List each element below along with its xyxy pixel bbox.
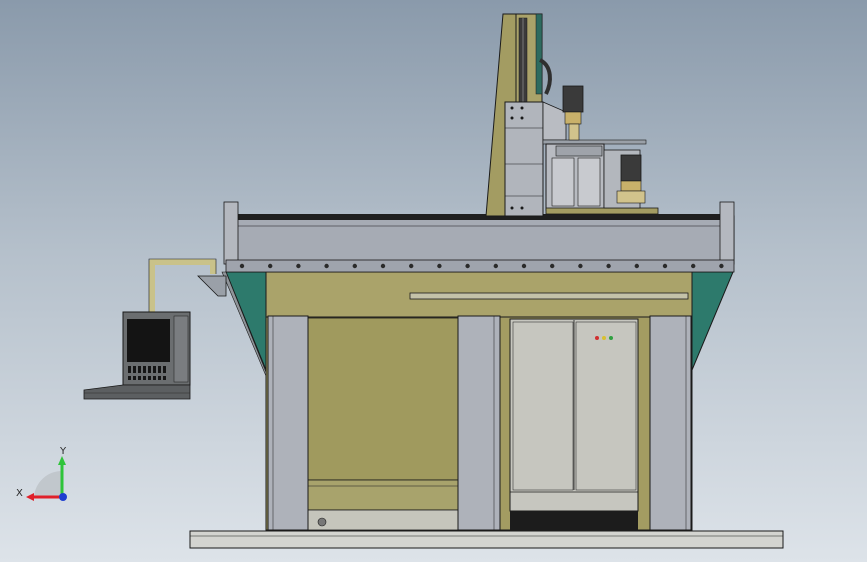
table-bolt [437,263,442,269]
table-edge-right [719,201,735,265]
khaki-panel-left [307,317,459,481]
cnc-machine-model: Y X [16,13,784,549]
arm-bracket [197,275,227,297]
table-bolt [352,263,357,269]
carriage-screw-5 [510,206,514,210]
table-bolt [691,263,696,269]
table-bolt [578,263,583,269]
motor-1-flange [564,111,582,125]
motor-2-flange [620,180,642,192]
housing-top-block [555,145,603,157]
leg-left [267,315,309,531]
table-bolt [719,263,724,269]
triad-plane [34,470,62,497]
leg-middle [457,315,501,531]
table-bolt [268,263,273,269]
monitor-key [128,376,131,380]
motor-2-body [620,154,642,182]
indicator-light-yellow [602,336,606,340]
monitor-key [138,366,141,373]
spindle-frame [542,139,647,145]
monitor-key [148,376,151,380]
monitor-key [163,366,166,373]
table-bolt [239,263,245,269]
cabinet-base [510,511,638,531]
housing-panel-left [551,157,575,207]
teal-cover-right [691,271,734,371]
x-axis-arrowhead [26,493,34,501]
y-axis-label: Y [59,446,67,457]
x-axis-label: X [16,488,23,499]
leg-right [649,315,692,531]
base-plate [189,530,784,549]
carriage-screw-4 [520,116,524,120]
monitor-key [153,366,156,373]
table-bolt [662,263,668,269]
spindle-bracket [542,101,567,141]
motor-2-coupler [616,190,646,204]
table-bolt [634,263,639,269]
carriage-screw-6 [520,206,524,210]
keyboard-tray [83,384,191,400]
bottom-strip [307,509,459,531]
monitor-key [158,366,161,373]
indicator-light-red [595,336,599,340]
carriage-screw-3 [510,116,514,120]
motor-1-body [562,85,584,113]
carriage-screw-2 [520,106,524,110]
table-bolt [606,263,611,269]
table-bolt [409,263,414,269]
table-top [238,214,722,220]
table-bolt [521,263,527,269]
table-bolt [296,263,301,269]
monitor-key [158,376,161,380]
housing-panel-right [577,157,601,207]
monitor-key [133,366,136,373]
work-table [225,215,735,265]
monitor-key [143,366,146,373]
table-edge-left [223,201,239,265]
monitor-key [128,366,131,373]
monitor-arm-outline [148,258,217,320]
monitor-key [148,366,151,373]
motor-1-coupler [568,123,580,141]
table-bolt [380,263,386,269]
monitor-key [153,376,156,380]
coordinate-triad: Y X [16,446,67,501]
guide-rail [409,292,689,300]
z-axis-dot [59,493,67,501]
monitor-key [138,376,141,380]
lower-tray [307,479,459,511]
carriage-screw-1 [510,106,514,110]
column-side-strip [535,13,543,95]
cad-viewport[interactable]: Y X [0,0,867,562]
z-carriage [504,101,544,217]
table-bolt-rail [225,259,735,273]
monitor-key [133,376,136,380]
monitor-screen [127,319,170,362]
monitor-arm [149,259,216,320]
leveler-foot [317,517,327,527]
table-bolt [324,263,329,269]
monitor-key [163,376,166,380]
spindle-base-plate [545,207,659,215]
table-bolt [493,263,498,269]
y-axis-arrowhead [58,456,66,465]
indicator-light-green [609,336,613,340]
table-bolt [465,263,470,269]
table-bolt [550,263,555,269]
monitor-side [173,315,189,383]
monitor-key [143,376,146,380]
